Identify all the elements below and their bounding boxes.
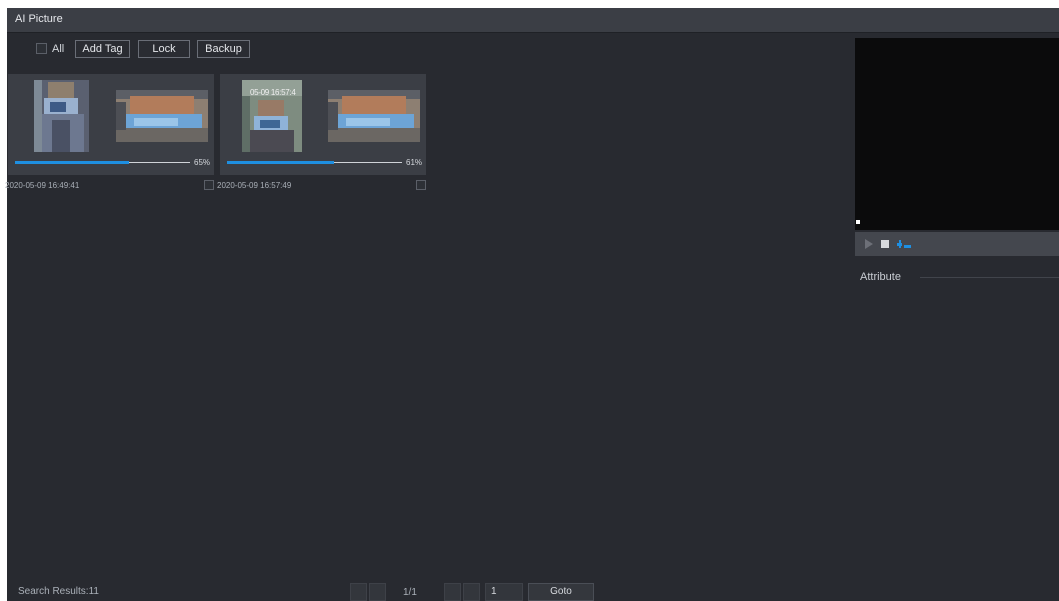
- attribute-divider: [920, 277, 1059, 278]
- compare-icon[interactable]: [897, 240, 911, 248]
- prev-page-button[interactable]: [369, 583, 386, 601]
- page-indicator: 1/1: [403, 587, 417, 598]
- video-preview[interactable]: [855, 38, 1059, 230]
- face-compare-image: [116, 90, 208, 142]
- card-select-checkbox[interactable]: [204, 180, 214, 190]
- face-snapshot-image: [34, 80, 89, 152]
- result-card[interactable]: 05-09 16:57:4 61%: [220, 74, 426, 175]
- similarity-bar: [227, 161, 402, 164]
- first-page-button[interactable]: [350, 583, 367, 601]
- similarity-percent: 61%: [406, 158, 423, 167]
- card-timestamp: 2020-05-09 16:57:49: [217, 181, 292, 190]
- snapshot-time-overlay: 05-09 16:57:4: [250, 88, 296, 97]
- result-card[interactable]: 65%: [8, 74, 214, 175]
- lock-button[interactable]: Lock: [138, 40, 190, 58]
- attribute-label: Attribute: [860, 271, 901, 283]
- similarity-percent: 65%: [194, 158, 211, 167]
- card-select-checkbox[interactable]: [416, 180, 426, 190]
- add-tag-button[interactable]: Add Tag: [75, 40, 130, 58]
- stop-icon[interactable]: [881, 240, 889, 248]
- next-page-button[interactable]: [444, 583, 461, 601]
- similarity-bar: [15, 161, 190, 164]
- playback-progress-marker[interactable]: [856, 220, 860, 224]
- card-timestamp: 2020-05-09 16:49:41: [5, 181, 80, 190]
- ai-picture-window: AI Picture All Add Tag Lock Backup 65% 2…: [5, 8, 1059, 601]
- play-icon[interactable]: [865, 239, 873, 249]
- similarity-bar-fill: [227, 161, 334, 164]
- title-bar: AI Picture: [7, 8, 1059, 33]
- search-results-count: Search Results:11: [18, 586, 99, 597]
- player-control-bar: [855, 232, 1059, 256]
- last-page-button[interactable]: [463, 583, 480, 601]
- goto-button[interactable]: Goto: [528, 583, 594, 601]
- window-title: AI Picture: [15, 13, 63, 25]
- page-number-input[interactable]: 1: [485, 583, 523, 601]
- backup-button[interactable]: Backup: [197, 40, 250, 58]
- similarity-bar-fill: [15, 161, 129, 164]
- face-compare-image: [328, 90, 420, 142]
- select-all-checkbox[interactable]: [36, 43, 47, 54]
- player-controls: [865, 239, 911, 249]
- select-all-label: All: [52, 43, 65, 55]
